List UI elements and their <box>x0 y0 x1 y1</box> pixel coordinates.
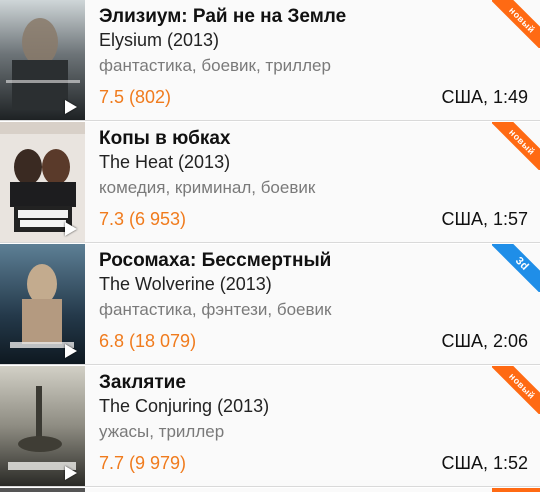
badge-new: новый <box>492 0 540 48</box>
country-duration: США, 2:06 <box>441 331 528 351</box>
movie-row-partial[interactable] <box>0 488 540 492</box>
genres: комедия, криминал, боевик <box>99 178 316 197</box>
movie-row-the-conjuring[interactable]: Заклятие The Conjuring (2013) ужасы, три… <box>0 366 540 487</box>
play-icon[interactable] <box>65 100 77 114</box>
original-title: The Heat (2013) <box>99 152 231 172</box>
country-duration: США, 1:52 <box>441 453 528 473</box>
badge-new: новый <box>492 122 540 170</box>
original-title: The Wolverine (2013) <box>99 274 272 294</box>
country-duration: США, 1:49 <box>441 87 528 107</box>
movie-row-the-heat[interactable]: Копы в юбках The Heat (2013) комедия, кр… <box>0 122 540 243</box>
genres: фантастика, фэнтези, боевик <box>99 300 332 319</box>
movie-row-elysium[interactable]: Элизиум: Рай не на Земле Elysium (2013) … <box>0 0 540 121</box>
country-duration: США, 1:57 <box>441 209 528 229</box>
movie-list: Элизиум: Рай не на Земле Elysium (2013) … <box>0 0 540 492</box>
poster-thumbnail[interactable] <box>0 0 85 120</box>
movie-title: Копы в юбках <box>99 128 231 149</box>
genres: ужасы, триллер <box>99 422 225 441</box>
original-title: The Conjuring (2013) <box>99 396 270 416</box>
play-icon[interactable] <box>65 344 77 358</box>
badge-3d: 3D <box>492 244 540 292</box>
rating: 6.8 (18 079) <box>99 331 197 351</box>
poster-thumbnail[interactable] <box>0 244 85 364</box>
badge-label: 3D <box>492 244 540 292</box>
badge-label: новый <box>492 366 540 414</box>
badge-new <box>492 488 540 492</box>
badge-label: новый <box>492 122 540 170</box>
movie-row-the-wolverine[interactable]: Росомаха: Бессмертный The Wolverine (201… <box>0 244 540 365</box>
play-icon[interactable] <box>65 466 77 480</box>
movie-title: Элизиум: Рай не на Земле <box>99 6 347 27</box>
rating: 7.5 (802) <box>99 87 172 107</box>
badge-label: новый <box>492 0 540 48</box>
play-icon[interactable] <box>65 222 77 236</box>
poster-thumbnail <box>0 488 85 492</box>
badge-new: новый <box>492 366 540 414</box>
poster-thumbnail[interactable] <box>0 122 85 242</box>
genres: фантастика, боевик, триллер <box>99 56 331 75</box>
original-title: Elysium (2013) <box>99 30 220 50</box>
poster-thumbnail[interactable] <box>0 366 85 486</box>
movie-title: Заклятие <box>99 372 186 393</box>
rating: 7.7 (9 979) <box>99 453 187 473</box>
movie-title: Росомаха: Бессмертный <box>99 250 332 271</box>
rating: 7.3 (6 953) <box>99 209 187 229</box>
